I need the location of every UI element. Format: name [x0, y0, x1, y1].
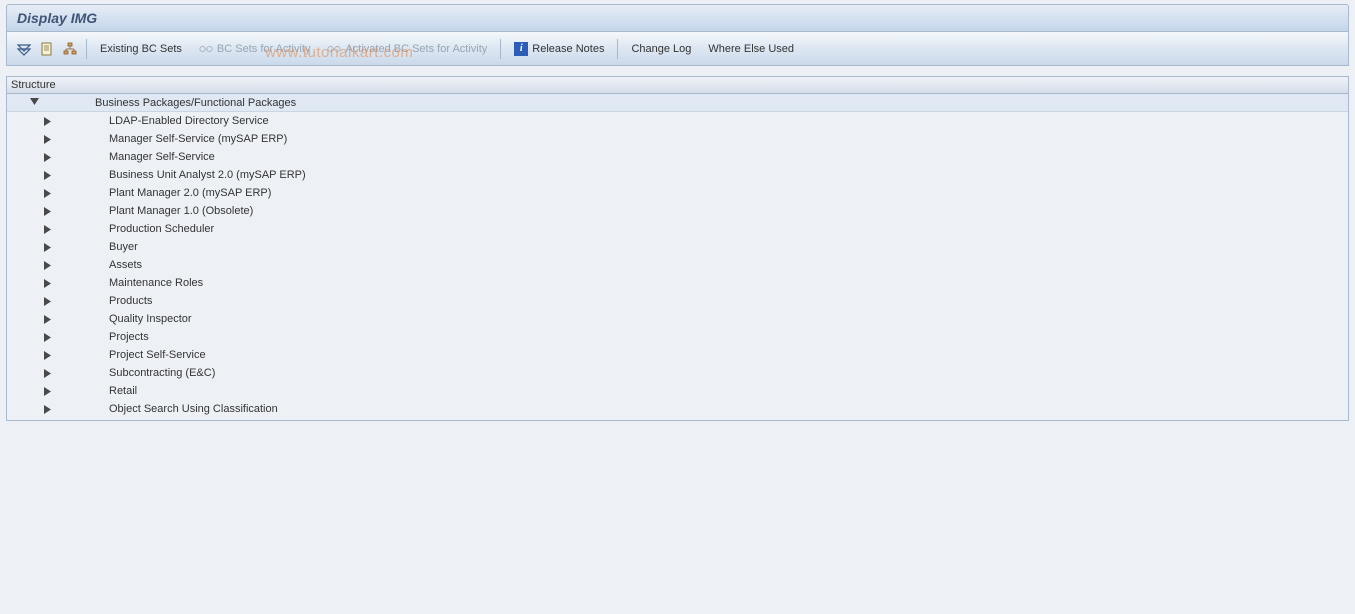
tree-row[interactable]: Maintenance Roles — [7, 274, 1348, 292]
expand-icon[interactable] — [43, 332, 53, 342]
tree-item-label: Assets — [109, 259, 142, 271]
glasses-icon — [199, 42, 213, 56]
toolbar-separator — [500, 39, 501, 59]
activated-bc-sets-for-activity-button: Activated BC Sets for Activity — [319, 38, 495, 60]
expand-icon[interactable] — [43, 350, 53, 360]
tree-item-label: LDAP-Enabled Directory Service — [109, 115, 269, 127]
tree-row[interactable]: Object Search Using Classification — [7, 400, 1348, 418]
tree-children: LDAP-Enabled Directory Service Manager S… — [7, 112, 1348, 418]
toolbar-separator — [86, 39, 87, 59]
expand-icon[interactable] — [43, 134, 53, 144]
tree-item-label: Projects — [109, 331, 149, 343]
tree-row[interactable]: Assets — [7, 256, 1348, 274]
button-label: Change Log — [631, 43, 691, 55]
tree-row[interactable]: Products — [7, 292, 1348, 310]
tree-row[interactable]: Manager Self-Service (mySAP ERP) — [7, 130, 1348, 148]
where-else-used-button[interactable]: Where Else Used — [700, 38, 802, 60]
expand-icon[interactable] — [43, 188, 53, 198]
tree-row[interactable]: Plant Manager 1.0 (Obsolete) — [7, 202, 1348, 220]
release-notes-button[interactable]: i Release Notes — [506, 38, 612, 60]
toolbar: Existing BC Sets BC Sets for Activity Ac… — [6, 32, 1349, 66]
structure-column-header: Structure — [6, 76, 1349, 94]
tree-item-label: Plant Manager 2.0 (mySAP ERP) — [109, 187, 271, 199]
expand-collapse-button[interactable] — [13, 38, 35, 60]
tree-row[interactable]: Subcontracting (E&C) — [7, 364, 1348, 382]
tree-row[interactable]: Business Unit Analyst 2.0 (mySAP ERP) — [7, 166, 1348, 184]
expand-icon[interactable] — [43, 116, 53, 126]
document-button[interactable] — [36, 38, 58, 60]
expand-icon[interactable] — [43, 404, 53, 414]
tree-row[interactable]: Quality Inspector — [7, 310, 1348, 328]
expand-icon[interactable] — [43, 206, 53, 216]
expand-icon[interactable] — [43, 278, 53, 288]
expand-icon[interactable] — [43, 152, 53, 162]
change-log-button[interactable]: Change Log — [623, 38, 699, 60]
tree-root-row[interactable]: Business Packages/Functional Packages — [7, 94, 1348, 112]
tree-item-label: Quality Inspector — [109, 313, 192, 325]
tree-item-label: Retail — [109, 385, 137, 397]
expand-icon[interactable] — [43, 242, 53, 252]
existing-bc-sets-button[interactable]: Existing BC Sets — [92, 38, 190, 60]
title-bar: Display IMG — [6, 4, 1349, 32]
page-title: Display IMG — [17, 10, 97, 26]
tree-item-label: Buyer — [109, 241, 138, 253]
tree-row[interactable]: Plant Manager 2.0 (mySAP ERP) — [7, 184, 1348, 202]
toolbar-separator — [617, 39, 618, 59]
tree-row[interactable]: Projects — [7, 328, 1348, 346]
button-label: Release Notes — [532, 43, 604, 55]
tree-item-label: Production Scheduler — [109, 223, 214, 235]
expand-icon[interactable] — [43, 224, 53, 234]
expand-icon[interactable] — [43, 314, 53, 324]
tree-row[interactable]: Production Scheduler — [7, 220, 1348, 238]
tree-row[interactable]: Retail — [7, 382, 1348, 400]
hierarchy-icon — [63, 42, 77, 56]
document-icon — [40, 42, 54, 56]
glasses-icon — [327, 42, 341, 56]
button-label: BC Sets for Activity — [217, 43, 311, 55]
tree-item-label: Project Self-Service — [109, 349, 206, 361]
structure-header-label: Structure — [11, 79, 56, 91]
button-label: Activated BC Sets for Activity — [345, 43, 487, 55]
expand-icon[interactable] — [43, 386, 53, 396]
tree-root-label: Business Packages/Functional Packages — [95, 97, 296, 109]
expand-icon[interactable] — [43, 368, 53, 378]
button-label: Where Else Used — [708, 43, 794, 55]
tree-row[interactable]: Buyer — [7, 238, 1348, 256]
expand-icon[interactable] — [43, 170, 53, 180]
tree-row[interactable]: LDAP-Enabled Directory Service — [7, 112, 1348, 130]
tree-item-label: Products — [109, 295, 152, 307]
tree-row[interactable]: Manager Self-Service — [7, 148, 1348, 166]
button-label: Existing BC Sets — [100, 43, 182, 55]
info-icon: i — [514, 42, 528, 56]
collapse-icon[interactable] — [29, 98, 39, 108]
expand-icon[interactable] — [43, 260, 53, 270]
expand-icon[interactable] — [43, 296, 53, 306]
tree-row[interactable]: Project Self-Service — [7, 346, 1348, 364]
bc-sets-for-activity-button: BC Sets for Activity — [191, 38, 319, 60]
tree-item-label: Manager Self-Service — [109, 151, 215, 163]
expand-icon — [17, 42, 31, 56]
tree-item-label: Object Search Using Classification — [109, 403, 278, 415]
tree-item-label: Business Unit Analyst 2.0 (mySAP ERP) — [109, 169, 306, 181]
tree-item-label: Subcontracting (E&C) — [109, 367, 215, 379]
hierarchy-button[interactable] — [59, 38, 81, 60]
tree-item-label: Manager Self-Service (mySAP ERP) — [109, 133, 287, 145]
tree-item-label: Maintenance Roles — [109, 277, 203, 289]
tree: Business Packages/Functional Packages LD… — [6, 94, 1349, 421]
tree-item-label: Plant Manager 1.0 (Obsolete) — [109, 205, 253, 217]
